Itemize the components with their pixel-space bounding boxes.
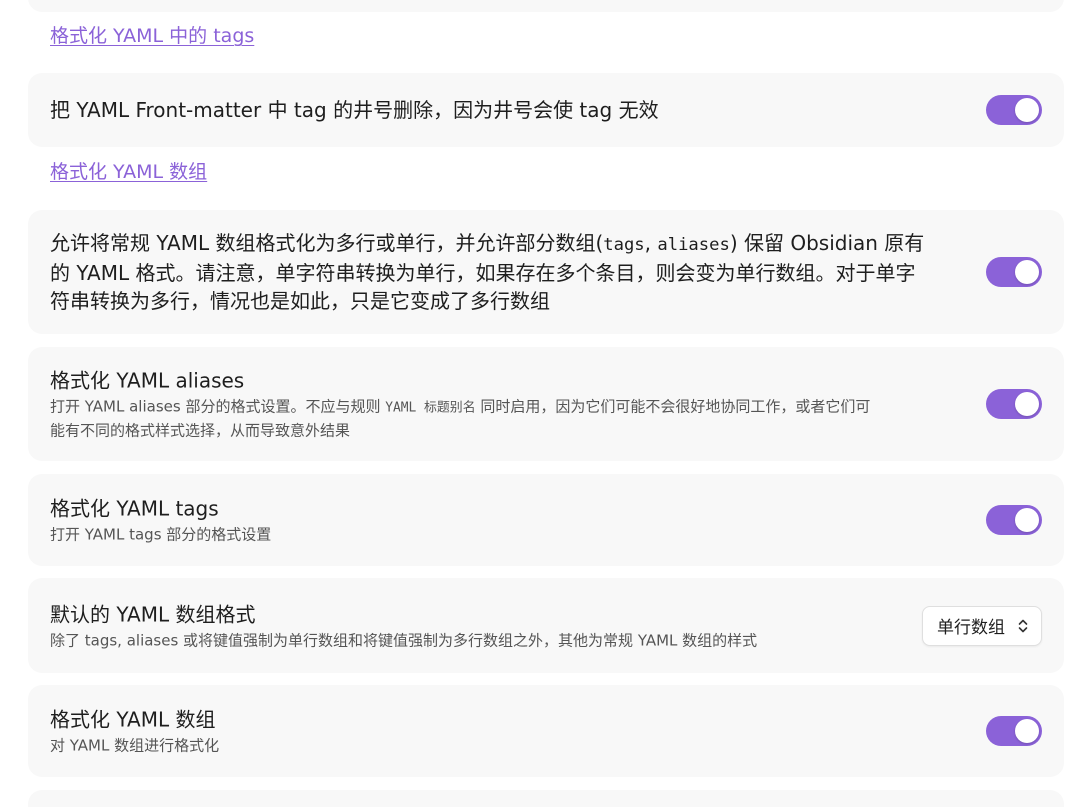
setting-format-aliases: 格式化 YAML aliases 打开 YAML aliases 部分的格式设置…: [28, 347, 1064, 461]
setting-description: 打开 YAML tags 部分的格式设置: [50, 525, 272, 544]
setting-description: 打开 YAML aliases 部分的格式设置。不应与规则 YAML 标题别名 …: [50, 396, 954, 420]
code-yaml-title-alias: YAML 标题别名: [385, 400, 476, 416]
section-heading-tags[interactable]: 格式化 YAML 中的 tags: [50, 23, 254, 49]
remove-hashtags-toggle[interactable]: [986, 95, 1042, 125]
dropdown-selected-value: 单行数组: [937, 618, 1005, 638]
toggle-knob: [1015, 98, 1039, 122]
toggle-knob: [1015, 392, 1039, 416]
setting-info: 允许将常规 YAML 数组格式化为多行或单行，并允许部分数组(tags, ali…: [50, 229, 954, 315]
setting-title-line-1: 允许将常规 YAML 数组格式化为多行或单行，并允许部分数组(tags, ali…: [50, 229, 954, 259]
code-aliases: aliases: [657, 235, 730, 255]
setting-default-array-style: 默认的 YAML 数组格式 除了 tags, aliases 或将键值强制为单行…: [28, 578, 1064, 673]
chevron-up-down-icon: [1018, 619, 1028, 632]
setting-format-arrays-multiline: 允许将常规 YAML 数组格式化为多行或单行，并允许部分数组(tags, ali…: [28, 210, 1064, 334]
toggle-knob: [1015, 719, 1039, 743]
setting-remove-tag-hashtags: 把 YAML Front-matter 中 tag 的井号删除，因为井号会使 t…: [28, 73, 1064, 147]
format-arrays-multiline-toggle[interactable]: [986, 257, 1042, 287]
code-tags: tags: [603, 235, 645, 255]
toggle-knob: [1015, 508, 1039, 532]
section-heading-array[interactable]: 格式化 YAML 数组: [50, 159, 207, 185]
setting-info: 格式化 YAML tags 打开 YAML tags 部分的格式设置: [50, 495, 954, 546]
settings-card-partial-top: [28, 0, 1064, 12]
title-text: 允许将常规 YAML 数组格式化为多行或单行，并允许部分数组(: [50, 231, 604, 255]
setting-title-line-3: 符串转换为多行，情况也是如此，只是它变成了多行数组: [50, 289, 550, 313]
settings-page: 格式化 YAML 中的 tags 把 YAML Front-matter 中 t…: [0, 0, 1080, 807]
setting-description: 除了 tags, aliases 或将键值强制为单行数组和将键值强制为多行数组之…: [50, 631, 758, 649]
setting-info: 默认的 YAML 数组格式 除了 tags, aliases 或将键值强制为单行…: [50, 600, 904, 651]
toggle-knob: [1015, 260, 1039, 284]
settings-card-partial-bottom: [28, 790, 1064, 807]
title-text: ) 保留 Obsidian 原有: [729, 231, 925, 255]
setting-title: 格式化 YAML aliases: [50, 368, 245, 393]
setting-description-line-2: 能有不同的格式样式选择，从而导致意外结果: [50, 421, 351, 440]
title-text: ,: [644, 231, 658, 255]
setting-format-arrays: 格式化 YAML 数组 对 YAML 数组进行格式化: [28, 685, 1064, 777]
setting-info: 格式化 YAML aliases 打开 YAML aliases 部分的格式设置…: [50, 367, 954, 442]
desc-text: 打开 YAML aliases 部分的格式设置。不应与规则: [50, 397, 386, 416]
format-aliases-toggle[interactable]: [986, 389, 1042, 419]
format-arrays-toggle[interactable]: [986, 716, 1042, 746]
setting-title: 默认的 YAML 数组格式: [50, 602, 256, 626]
setting-title-line-2: 的 YAML 格式。请注意，单字符串转换为单行，如果存在多个条目，则会变为单行数…: [50, 261, 916, 285]
setting-description: 对 YAML 数组进行格式化: [50, 736, 220, 755]
setting-title: 把 YAML Front-matter 中 tag 的井号删除，因为井号会使 t…: [50, 98, 659, 122]
setting-title: 格式化 YAML tags: [50, 496, 219, 521]
format-tags-toggle[interactable]: [986, 505, 1042, 535]
desc-text: 同时启用，因为它们可能不会很好地协同工作，或者它们可: [475, 397, 871, 416]
setting-title: 格式化 YAML 数组: [50, 707, 216, 732]
setting-format-tags: 格式化 YAML tags 打开 YAML tags 部分的格式设置: [28, 474, 1064, 566]
array-style-dropdown[interactable]: 单行数组: [922, 605, 1042, 646]
setting-info: 格式化 YAML 数组 对 YAML 数组进行格式化: [50, 706, 954, 757]
setting-info: 把 YAML Front-matter 中 tag 的井号删除，因为井号会使 t…: [50, 96, 954, 124]
